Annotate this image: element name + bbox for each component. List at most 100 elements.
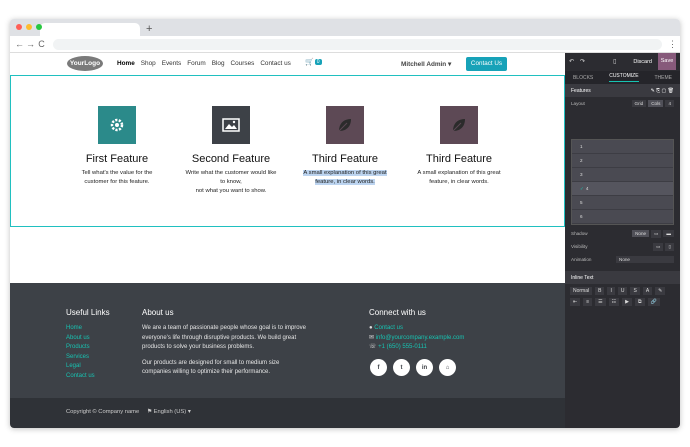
numbered-list-icon[interactable]: ☷ — [608, 298, 620, 306]
footer-link-legal[interactable]: Legal — [66, 362, 95, 372]
menu-item-shop[interactable]: Shop — [141, 60, 156, 67]
save-button[interactable]: Save — [658, 53, 676, 70]
footer-link-products[interactable]: Products — [66, 343, 95, 353]
feature-title[interactable]: First Feature — [59, 153, 175, 165]
font-color-icon[interactable]: A — [642, 287, 653, 295]
media-icon[interactable]: ⧉ — [634, 298, 645, 306]
feature-title[interactable]: Second Feature — [173, 153, 289, 165]
url-input[interactable] — [53, 38, 662, 50]
play-icon[interactable]: ▶ — [622, 298, 632, 306]
minimize-dot[interactable] — [26, 24, 32, 30]
menu-item-contact[interactable]: Contact us — [260, 60, 291, 67]
connect-contact[interactable]: ● Contact us — [369, 324, 464, 334]
shadow-outset-icon[interactable]: ▭ — [651, 229, 662, 238]
shadow-inset-icon[interactable]: ▬ — [663, 230, 674, 237]
cart-link[interactable]: 🛒 0 — [305, 58, 322, 66]
feature-title[interactable]: Third Feature — [287, 153, 403, 165]
mobile-visibility-icon[interactable]: ▯ — [665, 242, 674, 251]
menu-item-events[interactable]: Events — [162, 60, 182, 67]
forward-icon[interactable]: → — [25, 39, 36, 49]
animation-select[interactable]: None — [616, 256, 674, 263]
leaf-icon[interactable] — [326, 106, 364, 144]
feature-description[interactable]: A small explanation of this great featur… — [401, 169, 517, 187]
footer-link-home[interactable]: Home — [66, 324, 95, 334]
strikethrough-icon[interactable]: S — [630, 287, 640, 295]
columns-option[interactable]: 6 — [572, 210, 673, 224]
facebook-icon[interactable]: f — [370, 359, 387, 376]
footer-link-services[interactable]: Services — [66, 353, 95, 363]
home-icon[interactable]: ⌂ — [439, 359, 456, 376]
columns-option[interactable]: 2 — [572, 154, 673, 168]
feature-description-selected[interactable]: A small explanation of this great featur… — [287, 169, 403, 187]
new-tab-button[interactable]: + — [146, 22, 152, 36]
gear-icon[interactable] — [98, 106, 136, 144]
link-icon[interactable]: 🔗 — [647, 298, 660, 306]
menu-item-courses[interactable]: Courses — [231, 60, 255, 67]
tab-customize[interactable]: CUSTOMIZE — [609, 73, 639, 82]
site-logo[interactable]: YourLogo — [67, 56, 103, 71]
connect-email[interactable]: ✉ info@yourcompany.example.com — [369, 334, 464, 344]
indent-icon[interactable]: ⇤ — [570, 298, 581, 306]
website-canvas: YourLogo Home Shop Events Forum Blog Cou… — [10, 53, 565, 428]
text-style-select[interactable]: Normal — [570, 287, 593, 295]
shadow-none-button[interactable]: None — [632, 230, 650, 237]
discard-button[interactable]: Discard — [633, 59, 652, 65]
layout-cols-button[interactable]: Cols — [648, 100, 664, 107]
columns-option[interactable]: 3 — [572, 168, 673, 182]
browser-menu-icon[interactable]: ⋮ — [668, 39, 677, 50]
underline-icon[interactable]: U — [617, 287, 628, 295]
cart-icon: 🛒 — [305, 59, 314, 66]
feature-description[interactable]: Tell what's the value for the customer f… — [59, 169, 175, 187]
linkedin-icon[interactable]: in — [416, 359, 433, 376]
menu-item-home[interactable]: Home — [117, 60, 135, 67]
bold-icon[interactable]: B — [595, 287, 605, 295]
columns-option-selected[interactable]: ✓ 4 — [572, 182, 673, 196]
highlight-icon[interactable]: ✎ — [655, 287, 666, 295]
features-section[interactable]: First Feature Tell what's the value for … — [10, 75, 565, 227]
reload-icon[interactable]: C — [36, 39, 47, 49]
columns-option[interactable]: 5 — [572, 196, 673, 210]
language-selector[interactable]: ⚑ English (US) ▾ — [147, 409, 191, 415]
tab-blocks[interactable]: BLOCKS — [573, 75, 593, 81]
layout-row: Layout Grid Cols 4 — [565, 97, 680, 110]
columns-dropdown: 1 2 3 ✓ 4 5 6 — [571, 139, 674, 225]
menu-item-blog[interactable]: Blog — [212, 60, 225, 67]
user-menu[interactable]: Mitchell Admin ▾ — [401, 60, 451, 68]
feature-card: Third Feature A small explanation of thi… — [401, 106, 517, 187]
browser-window: + ← → C ⋮ YourLogo Home Shop Events Foru… — [10, 19, 680, 428]
editor-panel: ↶ ↷ ▯ Discard Save BLOCKS CUSTOMIZE THEM… — [565, 53, 680, 428]
redo-icon[interactable]: ↷ — [580, 58, 585, 65]
columns-select[interactable]: 4 — [665, 100, 674, 107]
animation-row: Animation None — [565, 253, 680, 266]
mobile-preview-icon[interactable]: ▯ — [613, 58, 616, 65]
bullet-list-icon[interactable]: ☰ — [595, 298, 606, 306]
block-action-icons[interactable]: ✎ ⎘ ▢ 🗑 — [651, 88, 674, 94]
undo-icon[interactable]: ↶ — [569, 58, 574, 65]
columns-option[interactable]: 1 — [572, 140, 673, 154]
twitter-icon[interactable]: t — [393, 359, 410, 376]
feature-description[interactable]: Write what the customer would like to kn… — [173, 169, 289, 196]
useful-links-list: Home About us Products Services Legal Co… — [66, 324, 95, 382]
phone-icon: ☏ — [369, 344, 379, 351]
copyright-bar: Copyright © Company name ⚑ English (US) … — [10, 398, 565, 428]
feature-title[interactable]: Third Feature — [401, 153, 517, 165]
feature-card: Third Feature A small explanation of thi… — [287, 106, 403, 187]
back-icon[interactable]: ← — [14, 39, 25, 49]
layout-grid-button[interactable]: Grid — [631, 100, 647, 107]
desktop-visibility-icon[interactable]: ▭ — [653, 242, 664, 251]
maximize-dot[interactable] — [36, 24, 42, 30]
close-dot[interactable] — [16, 24, 22, 30]
footer-link-about[interactable]: About us — [66, 334, 95, 344]
image-icon[interactable] — [212, 106, 250, 144]
contact-us-button[interactable]: Contact Us — [466, 57, 507, 71]
browser-tab[interactable] — [40, 23, 140, 36]
leaf-icon[interactable] — [440, 106, 478, 144]
align-icon[interactable]: ≡ — [583, 298, 593, 306]
language-label: English (US) ▾ — [153, 409, 191, 415]
copyright-text: Copyright © Company name — [66, 409, 140, 415]
menu-item-forum[interactable]: Forum — [187, 60, 205, 67]
connect-phone[interactable]: ☏ +1 (650) 555-0111 — [369, 343, 464, 353]
italic-icon[interactable]: I — [607, 287, 615, 295]
footer-link-contact[interactable]: Contact us — [66, 372, 95, 382]
tab-theme[interactable]: THEME — [655, 75, 673, 81]
